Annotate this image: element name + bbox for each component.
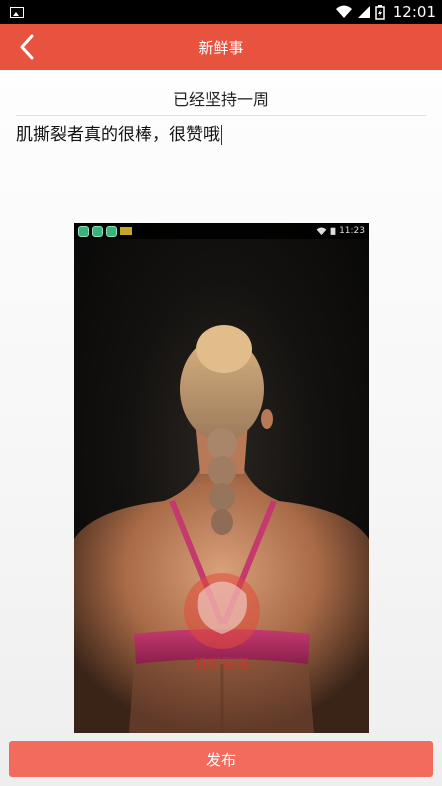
attached-photo[interactable]: 11:23 肌撕裂者 [74,223,369,733]
battery-icon [375,4,385,20]
mail-icon [120,227,132,235]
inner-status-time: 11:23 [339,226,365,236]
wifi-icon [335,5,352,18]
battery-icon [330,227,336,235]
status-label: 已经坚持一周 [16,86,426,116]
status-time: 12:01 [392,3,436,21]
publish-button[interactable]: 发布 [9,741,433,777]
app-notification-icon [92,225,103,237]
status-bar: 12:01 [0,0,442,24]
watermark-text: 肌撕裂者 [193,657,250,673]
app-notification-icon [78,225,89,237]
app-header: 新鲜事 [0,24,442,70]
signal-icon [357,6,370,18]
app-notification-icon [106,225,117,237]
post-text-value: 肌撕裂者真的很棒，很赞哦 [16,125,220,145]
post-text-input[interactable]: 肌撕裂者真的很棒，很赞哦 [16,121,426,149]
page-title: 新鲜事 [198,38,244,57]
text-caret [221,125,222,145]
chevron-left-icon [20,34,34,60]
gallery-icon [10,6,24,18]
back-button[interactable] [10,30,44,64]
wifi-icon [316,227,327,235]
inner-status-bar: 11:23 [74,223,369,239]
